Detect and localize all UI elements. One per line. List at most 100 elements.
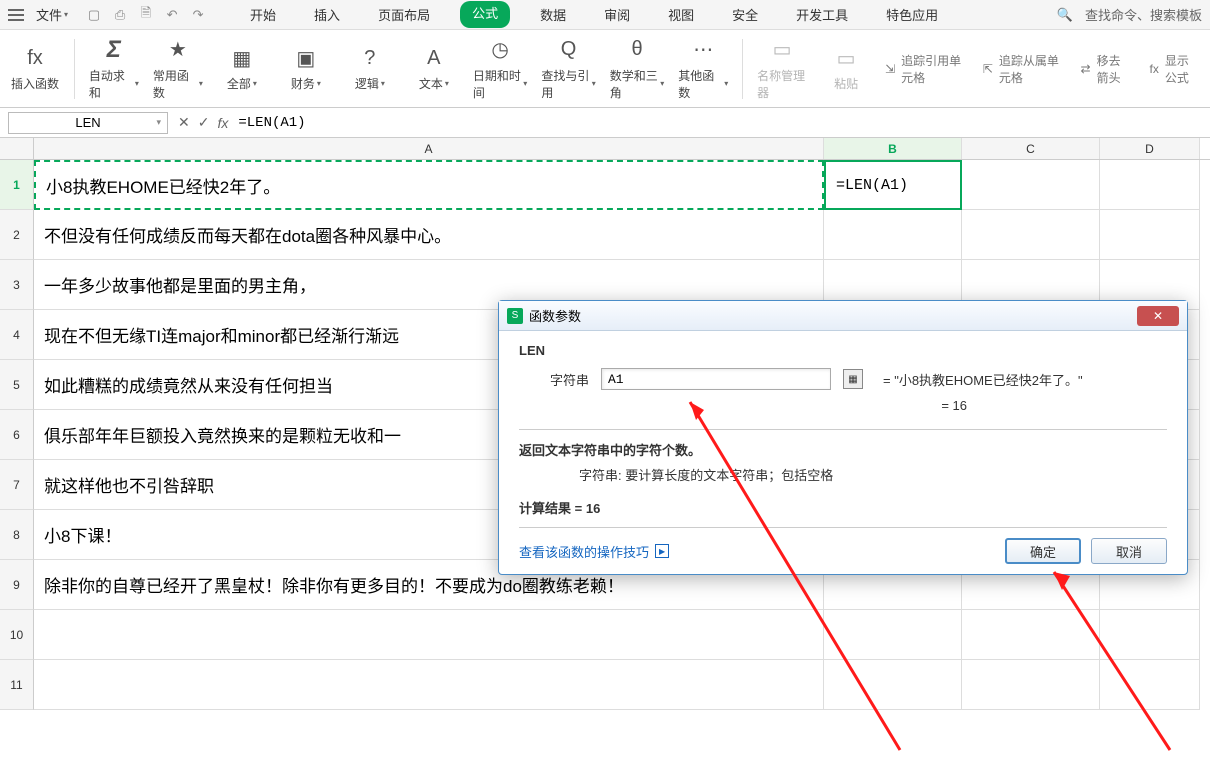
ok-button[interactable]: 确定 — [1005, 538, 1081, 564]
table-row: 2不但没有任何成绩反而每天都在dota圈各种风暴中心。 — [0, 210, 1210, 260]
dialog-titlebar[interactable]: S 函数参数 ✕ — [499, 301, 1187, 331]
ribbon-group-12: ▭粘贴 — [821, 45, 871, 92]
hamburger-icon[interactable] — [8, 9, 24, 21]
select-all-corner[interactable] — [0, 138, 34, 159]
quick-access-toolbar: ▢ ⎙ 🗎 ↶ ↷ — [86, 7, 206, 23]
ribbon-group-4[interactable]: ▣财务▾ — [281, 45, 331, 92]
cell[interactable] — [962, 210, 1100, 260]
row-header[interactable]: 11 — [0, 660, 34, 710]
ribbon-tool-3[interactable]: fx显示公式 — [1150, 52, 1200, 86]
ribbon-group-1[interactable]: Σ自动求和▾ — [89, 37, 139, 101]
print-icon[interactable]: ⎙ — [112, 7, 128, 23]
cancel-button[interactable]: 取消 — [1091, 538, 1167, 564]
ribbon-group-2[interactable]: ★常用函数▾ — [153, 37, 203, 101]
ribbon-tool-0[interactable]: ⇲追踪引用单元格 — [885, 52, 965, 86]
ribbon-group-8[interactable]: Q查找与引用▾ — [541, 37, 595, 101]
cell[interactable] — [824, 660, 962, 710]
row-header[interactable]: 3 — [0, 260, 34, 310]
argument-description: 字符串: 要计算长度的文本字符串；包括空格 — [519, 465, 1167, 484]
search-icon[interactable]: 🔍 — [1057, 7, 1073, 23]
cell[interactable]: =LEN(A1) — [824, 160, 962, 210]
cell[interactable] — [1100, 210, 1200, 260]
tab-2[interactable]: 页面布局 — [370, 1, 438, 28]
intermediate-result: = 16 — [519, 398, 1167, 413]
calculation-result: 计算结果 = 16 — [519, 498, 1167, 517]
arg-input[interactable] — [601, 368, 831, 390]
col-header-d[interactable]: D — [1100, 138, 1200, 159]
row-header[interactable]: 5 — [0, 360, 34, 410]
row-header[interactable]: 4 — [0, 310, 34, 360]
redo-icon[interactable]: ↷ — [190, 7, 206, 23]
menubar: 文件▾ ▢ ⎙ 🗎 ↶ ↷ 开始插入页面布局公式数据审阅视图安全开发工具特色应用… — [0, 0, 1210, 30]
cell[interactable] — [1100, 660, 1200, 710]
col-header-a[interactable]: A — [34, 138, 824, 159]
cell[interactable] — [962, 660, 1100, 710]
app-icon: S — [507, 308, 523, 324]
function-name: LEN — [519, 343, 1167, 358]
name-box[interactable]: LEN — [8, 112, 168, 134]
range-picker-icon[interactable]: ▦ — [843, 369, 863, 389]
row-header[interactable]: 9 — [0, 560, 34, 610]
cell[interactable] — [34, 610, 824, 660]
cancel-icon[interactable]: ✕ — [178, 114, 190, 131]
cell[interactable] — [962, 610, 1100, 660]
cell[interactable] — [1100, 610, 1200, 660]
help-link[interactable]: 查看该函数的操作技巧▶ — [519, 542, 669, 561]
dialog-title: 函数参数 — [529, 306, 581, 325]
row-header[interactable]: 1 — [0, 160, 34, 210]
search-area: 🔍 查找命令、搜索模板 — [1057, 5, 1202, 24]
ribbon-group-0[interactable]: fx插入函数 — [10, 45, 60, 92]
table-row: 10 — [0, 610, 1210, 660]
tab-6[interactable]: 视图 — [660, 1, 702, 28]
ribbon-group-11: ▭名称管理器 — [757, 37, 807, 101]
tab-8[interactable]: 开发工具 — [788, 1, 856, 28]
tab-7[interactable]: 安全 — [724, 1, 766, 28]
row-header[interactable]: 7 — [0, 460, 34, 510]
cell[interactable] — [1100, 160, 1200, 210]
tab-4[interactable]: 数据 — [532, 1, 574, 28]
tab-5[interactable]: 审阅 — [596, 1, 638, 28]
accept-icon[interactable]: ✓ — [198, 114, 210, 131]
cell[interactable]: 不但没有任何成绩反而每天都在dota圈各种风暴中心。 — [34, 210, 824, 260]
fx-icon[interactable]: fx — [217, 115, 228, 131]
file-menu[interactable]: 文件▾ — [30, 5, 74, 24]
ribbon-group-9[interactable]: θ数学和三角▾ — [610, 37, 664, 101]
arg-evaluation: = "小8执教EHOME已经快2年了。" — [883, 370, 1083, 389]
ribbon-group-10[interactable]: ⋯其他函数▾ — [678, 37, 728, 101]
cell[interactable] — [962, 160, 1100, 210]
cell[interactable] — [824, 210, 962, 260]
ribbon-tool-2[interactable]: ⇄移去箭头 — [1081, 52, 1132, 86]
cell[interactable] — [34, 660, 824, 710]
ribbon-group-3[interactable]: ▦全部▾ — [217, 45, 267, 92]
tab-0[interactable]: 开始 — [242, 1, 284, 28]
preview-icon[interactable]: 🗎 — [138, 7, 154, 23]
row-header[interactable]: 2 — [0, 210, 34, 260]
tab-3[interactable]: 公式 — [460, 1, 510, 28]
ribbon-group-5[interactable]: ?逻辑▾ — [345, 45, 395, 92]
function-arguments-dialog: S 函数参数 ✕ LEN 字符串 ▦ = "小8执教EHOME已经快2年了。" … — [498, 300, 1188, 575]
close-icon[interactable]: ✕ — [1137, 306, 1179, 326]
arg-label: 字符串 — [519, 370, 589, 389]
row-header[interactable]: 10 — [0, 610, 34, 660]
ribbon-tabs: 开始插入页面布局公式数据审阅视图安全开发工具特色应用 — [242, 1, 946, 28]
ribbon-group-6[interactable]: A文本▾ — [409, 45, 459, 92]
undo-icon[interactable]: ↶ — [164, 7, 180, 23]
cell[interactable] — [824, 610, 962, 660]
ribbon-tool-1[interactable]: ⇱追踪从属单元格 — [983, 52, 1063, 86]
tab-1[interactable]: 插入 — [306, 1, 348, 28]
row-header[interactable]: 6 — [0, 410, 34, 460]
table-row: 1小8执教EHOME已经快2年了。=LEN(A1) — [0, 160, 1210, 210]
ribbon-group-7[interactable]: ◷日期和时间▾ — [473, 37, 527, 101]
search-placeholder[interactable]: 查找命令、搜索模板 — [1085, 5, 1202, 24]
formula-bar: LEN ✕ ✓ fx =LEN(A1) — [0, 108, 1210, 138]
function-description: 返回文本字符串中的字符个数。 — [519, 429, 1167, 459]
row-header[interactable]: 8 — [0, 510, 34, 560]
tab-9[interactable]: 特色应用 — [878, 1, 946, 28]
col-header-c[interactable]: C — [962, 138, 1100, 159]
play-icon: ▶ — [655, 544, 669, 558]
cell[interactable]: 小8执教EHOME已经快2年了。 — [34, 160, 824, 210]
ribbon: fx插入函数 Σ自动求和▾ ★常用函数▾ ▦全部▾ ▣财务▾ ?逻辑▾ A文本▾ ◷日期和时间… — [0, 30, 1210, 108]
col-header-b[interactable]: B — [824, 138, 962, 159]
save-icon[interactable]: ▢ — [86, 7, 102, 23]
formula-input[interactable]: =LEN(A1) — [238, 115, 1202, 131]
